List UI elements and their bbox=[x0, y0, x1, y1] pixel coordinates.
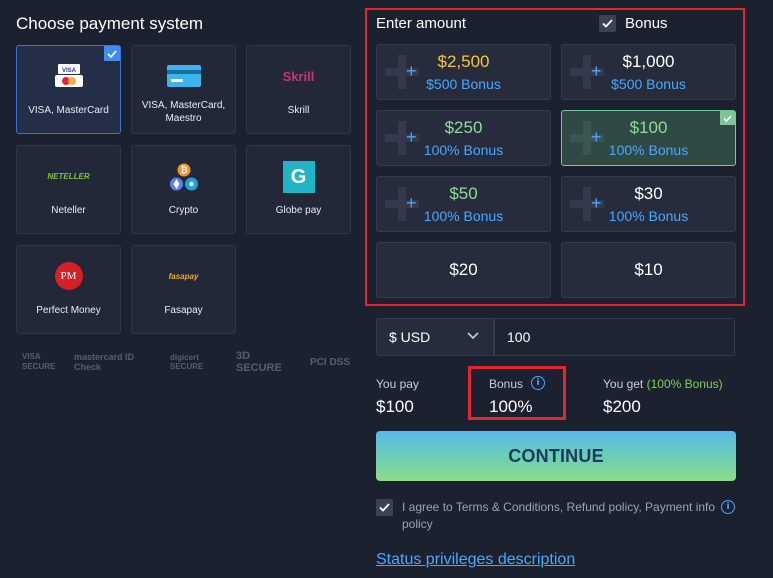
bonus-value: 100% Bonus bbox=[608, 142, 689, 158]
visa-mastercard-logo: VISA bbox=[17, 62, 120, 90]
payment-skrill[interactable]: Skrill Skrill bbox=[246, 45, 351, 134]
amount-value: $30 bbox=[634, 184, 663, 203]
info-icon[interactable]: i bbox=[721, 500, 735, 514]
perfect-money-logo: PM bbox=[17, 262, 120, 290]
amount-value: $250 bbox=[444, 118, 483, 137]
method-label: Fasapay bbox=[164, 305, 203, 316]
payment-neteller[interactable]: NETELLER Neteller bbox=[16, 145, 121, 234]
bonus-summary-value: 100% bbox=[489, 397, 533, 416]
amount-value: $1,000 bbox=[622, 52, 675, 71]
amount-input[interactable] bbox=[494, 318, 735, 356]
enter-amount-title: Enter amount bbox=[376, 15, 467, 32]
amount-option-100[interactable]: + $100 100% Bonus bbox=[561, 110, 736, 166]
method-label: Crypto bbox=[168, 205, 199, 216]
payment-perfect-money[interactable]: PM Perfect Money bbox=[16, 245, 121, 334]
payment-crypto[interactable]: ₿ Crypto bbox=[131, 145, 236, 234]
security-logos: VISA SECURE mastercard ID Check digicert… bbox=[22, 350, 352, 374]
you-get-bonus-note: (100% Bonus) bbox=[646, 377, 723, 391]
pci-dss-logo: PCI DSS bbox=[310, 356, 351, 368]
currency-value: $ USD bbox=[389, 329, 431, 345]
crypto-icon: ₿ bbox=[132, 160, 235, 196]
payment-fasapay[interactable]: fasapay Fasapay bbox=[131, 245, 236, 334]
globe-pay-logo: G bbox=[247, 160, 350, 194]
amount-option-10[interactable]: $10 bbox=[561, 242, 736, 298]
skrill-logo: Skrill bbox=[282, 68, 315, 84]
you-get-label: You get (100% Bonus) bbox=[603, 377, 723, 391]
mastercard-id-check-logo: mastercard ID Check bbox=[74, 352, 135, 372]
agree-terms-text: I agree to Terms & Conditions, Refund po… bbox=[402, 500, 716, 531]
svg-text:₿: ₿ bbox=[180, 165, 187, 176]
bonus-value: $500 Bonus bbox=[426, 76, 501, 92]
amount-option-20[interactable]: $20 bbox=[376, 242, 551, 298]
svg-text:VISA: VISA bbox=[61, 68, 76, 74]
amount-value: $2,500 bbox=[437, 52, 490, 71]
chevron-down-icon bbox=[467, 332, 479, 340]
payment-visa-mastercard[interactable]: VISA VISA, MasterCard bbox=[16, 45, 121, 134]
3d-secure-logo: 3D SECURE bbox=[236, 350, 282, 374]
selected-check-icon bbox=[720, 111, 735, 125]
payment-visa-mastercard-maestro[interactable]: VISA, MasterCard, Maestro bbox=[131, 45, 236, 134]
selected-check-icon bbox=[104, 46, 120, 61]
payment-system-title: Choose payment system bbox=[16, 14, 204, 33]
method-label: Neteller bbox=[51, 205, 86, 216]
continue-button[interactable]: CONTINUE bbox=[376, 431, 736, 481]
payment-globe-pay[interactable]: G Globe pay bbox=[246, 145, 351, 234]
bonus-value: 100% Bonus bbox=[423, 142, 504, 158]
status-privileges-link[interactable]: Status privileges description bbox=[376, 551, 575, 569]
method-label: VISA, MasterCard, Maestro bbox=[141, 100, 226, 124]
digicert-secure-logo: digicert SECURE bbox=[170, 353, 204, 371]
method-label: Skrill bbox=[287, 105, 310, 116]
bonus-summary-label: Bonus bbox=[489, 377, 524, 391]
amount-option-2500[interactable]: + $2,500 $500 Bonus bbox=[376, 44, 551, 100]
amount-value: $50 bbox=[449, 184, 478, 203]
bonus-checkbox-label: Bonus bbox=[625, 15, 668, 32]
you-pay-value: $100 bbox=[376, 397, 414, 416]
bonus-value: $500 Bonus bbox=[611, 76, 686, 92]
amount-value: $100 bbox=[629, 118, 668, 137]
fasapay-logo: fasapay bbox=[168, 271, 199, 281]
amount-option-30[interactable]: + $30 100% Bonus bbox=[561, 176, 736, 232]
method-label: VISA, MasterCard bbox=[28, 105, 109, 116]
currency-select[interactable]: $ USD bbox=[376, 318, 494, 356]
amount-option-250[interactable]: + $250 100% Bonus bbox=[376, 110, 551, 166]
method-label: Perfect Money bbox=[36, 305, 101, 316]
agree-checkbox[interactable] bbox=[376, 499, 393, 516]
check-icon bbox=[379, 503, 390, 512]
bonus-value: 100% Bonus bbox=[608, 208, 689, 224]
check-icon bbox=[602, 19, 613, 28]
amount-value: $20 bbox=[449, 260, 478, 279]
bank-card-icon bbox=[132, 62, 235, 90]
amount-option-1000[interactable]: + $1,000 $500 Bonus bbox=[561, 44, 736, 100]
neteller-logo: NETELLER bbox=[47, 171, 90, 181]
info-icon[interactable]: i bbox=[531, 376, 545, 390]
bonus-checkbox[interactable] bbox=[599, 15, 616, 32]
visa-secure-logo: VISA SECURE bbox=[22, 352, 56, 371]
bonus-value: 100% Bonus bbox=[423, 208, 504, 224]
amount-option-50[interactable]: + $50 100% Bonus bbox=[376, 176, 551, 232]
amount-value: $10 bbox=[634, 260, 663, 279]
you-get-value: $200 bbox=[603, 397, 641, 416]
method-label: Globe pay bbox=[275, 205, 322, 216]
you-pay-label: You pay bbox=[376, 377, 419, 391]
